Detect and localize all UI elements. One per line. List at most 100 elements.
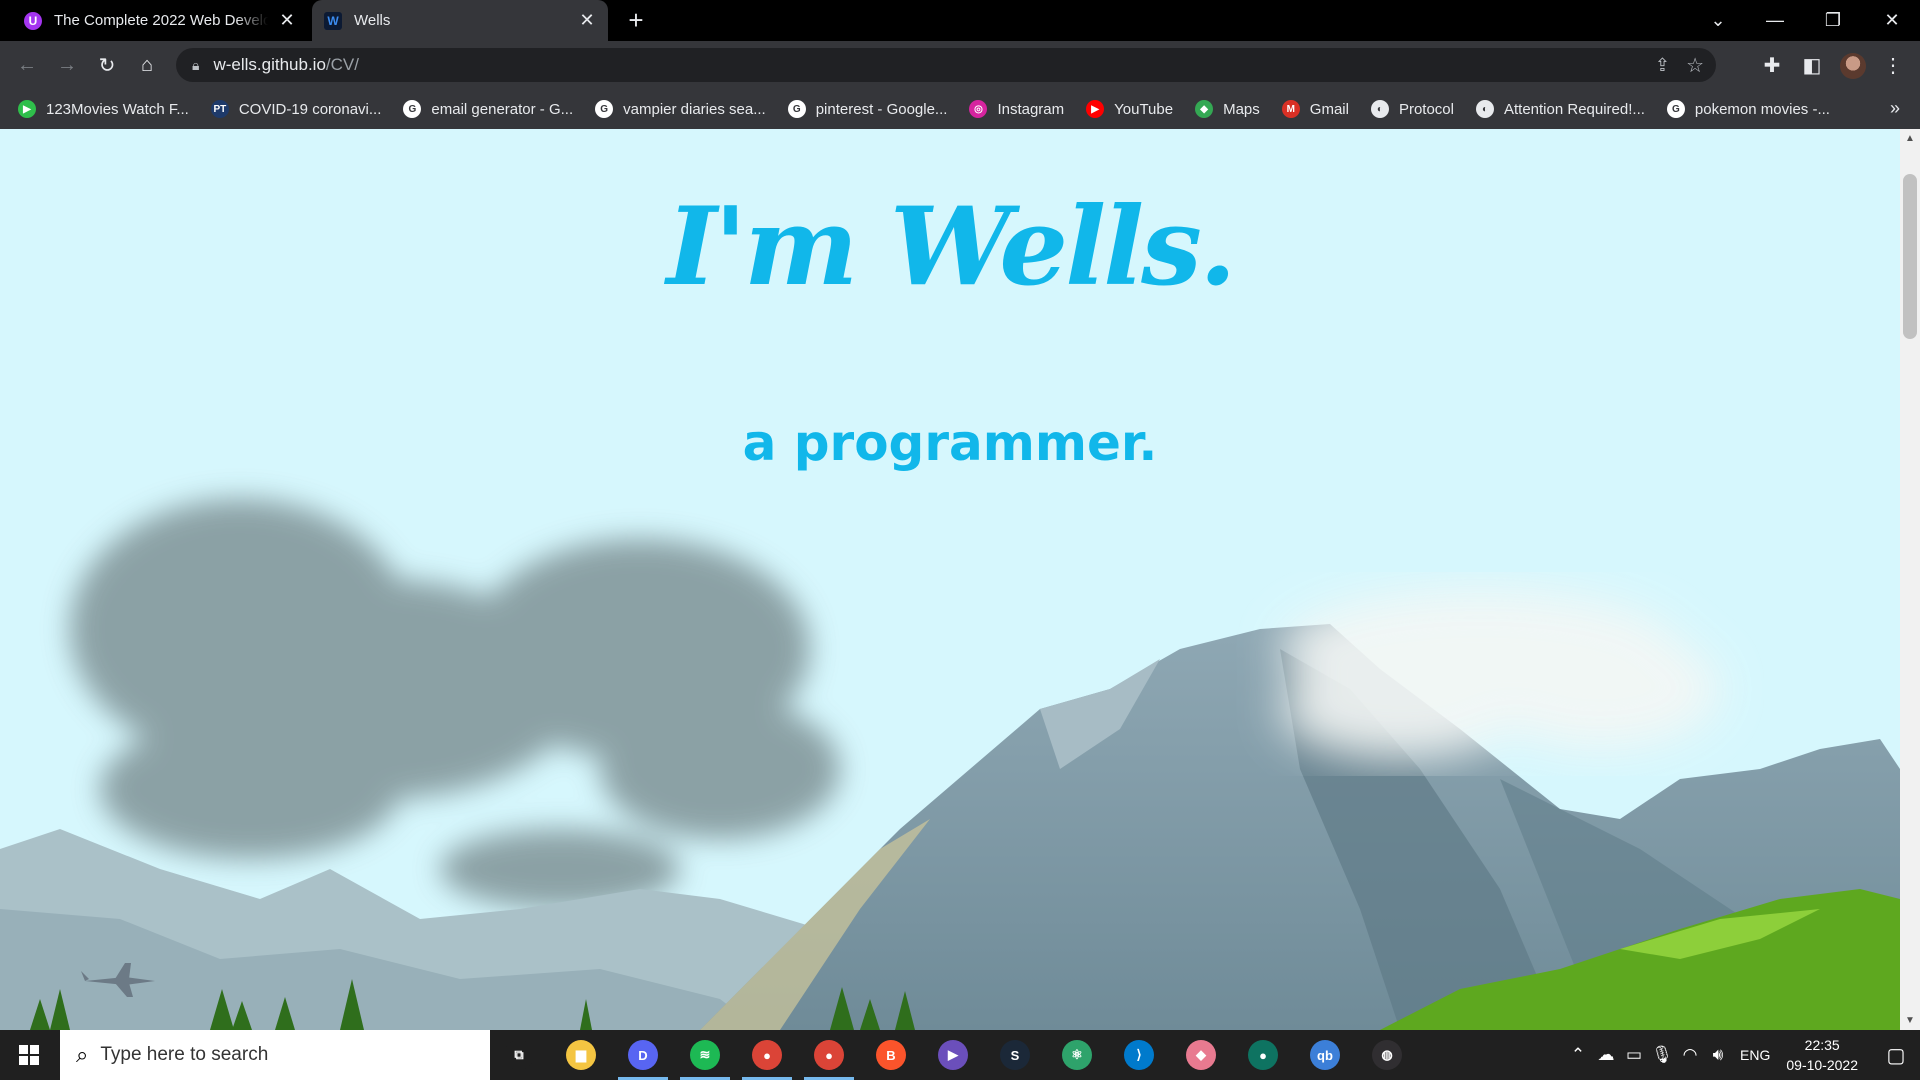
forward-button[interactable]: → bbox=[52, 50, 82, 80]
windows-start-button[interactable] bbox=[0, 1030, 58, 1080]
bookmark-item[interactable]: ▶ 123Movies Watch F... bbox=[18, 100, 189, 118]
colorful-app-icon: ◆ bbox=[1186, 1040, 1216, 1070]
cloud-offline-icon[interactable]: ☁ bbox=[1592, 1045, 1620, 1065]
address-bar[interactable]: 🔒︎ w-ells.github.io/CV/ ⇪ ☆ bbox=[176, 48, 1716, 82]
bookmark-item[interactable]: M Gmail bbox=[1281, 100, 1349, 118]
bookmark-item[interactable]: Gpokemon movies -... bbox=[1666, 100, 1830, 118]
bookmark-label: Protocol bbox=[1398, 100, 1454, 118]
bookmark-item[interactable]: ◆ Maps bbox=[1195, 100, 1260, 118]
scroll-down-arrow-icon[interactable]: ▼ bbox=[1900, 1015, 1920, 1026]
wells-w-icon: W bbox=[324, 11, 342, 30]
url-host: w-ells.github.io bbox=[213, 55, 326, 74]
bookmark-item[interactable]: PT COVID-19 coronavi... bbox=[210, 100, 382, 118]
bookmark-label: YouTube bbox=[1114, 100, 1174, 118]
obs-icon: ◍ bbox=[1372, 1040, 1402, 1070]
url-path: /CV/ bbox=[325, 55, 359, 74]
restore-button[interactable]: ❐ bbox=[1805, 0, 1861, 41]
windows-logo-icon bbox=[19, 1045, 39, 1065]
volume-icon[interactable]: 🔊︎ bbox=[1704, 1045, 1732, 1065]
taskbar-app[interactable]: ● bbox=[738, 1030, 796, 1080]
taskbar-app[interactable]: B bbox=[862, 1030, 920, 1080]
pt-icon: PT bbox=[210, 100, 229, 118]
reload-button[interactable]: ↻ bbox=[92, 50, 122, 80]
taskbar-app[interactable]: ≋ bbox=[676, 1030, 734, 1080]
bookmark-item[interactable]: Gvampier diaries sea... bbox=[595, 100, 766, 118]
taskbar-app[interactable]: S bbox=[986, 1030, 1044, 1080]
close-tab-icon[interactable]: ✕ bbox=[578, 10, 596, 31]
brave-icon: B bbox=[876, 1040, 906, 1070]
bookmark-label: 123Movies Watch F... bbox=[46, 100, 189, 118]
taskbar-app[interactable]: ● bbox=[1234, 1030, 1292, 1080]
chevron-up-icon[interactable]: ⌃ bbox=[1564, 1045, 1592, 1065]
bookmark-star-icon[interactable]: ☆ bbox=[1686, 53, 1704, 78]
share-icon[interactable]: ⇪ bbox=[1655, 55, 1670, 76]
taskbar-app[interactable]: qb bbox=[1296, 1030, 1354, 1080]
extensions-puzzle-icon[interactable]: ✚ bbox=[1757, 50, 1787, 80]
battery-icon[interactable]: ▭ bbox=[1620, 1045, 1648, 1065]
tab-search-icon[interactable]: ⌄ bbox=[1690, 0, 1746, 41]
taskbar-app[interactable]: ◆ bbox=[1172, 1030, 1230, 1080]
bookmark-item[interactable]: Gpinterest - Google... bbox=[787, 100, 948, 118]
bookmark-label: pinterest - Google... bbox=[815, 100, 948, 118]
google-icon: G bbox=[787, 100, 806, 118]
discord-icon: D bbox=[628, 1040, 658, 1070]
bookmark-label: Attention Required!... bbox=[1503, 100, 1645, 118]
globe-icon: ◐ bbox=[1475, 100, 1494, 118]
taskbar-app[interactable]: ● bbox=[800, 1030, 858, 1080]
bookmark-item[interactable]: ◐ Attention Required!... bbox=[1475, 100, 1645, 118]
clock[interactable]: 22:35 09-10-2022 bbox=[1786, 1035, 1858, 1075]
notification-center-icon[interactable]: ▢ bbox=[1872, 1030, 1920, 1080]
gmail-icon: M bbox=[1281, 100, 1300, 118]
task-view-icon: ⧉ bbox=[504, 1040, 534, 1070]
lock-icon[interactable]: 🔒︎ bbox=[192, 57, 199, 74]
tab-udemy-course[interactable]: U The Complete 2022 Web Develop ✕ bbox=[12, 0, 308, 41]
bookmarks-overflow-icon[interactable]: » bbox=[1890, 98, 1900, 119]
tab-title: The Complete 2022 Web Develop bbox=[54, 12, 268, 29]
taskbar-app[interactable]: ⟩ bbox=[1110, 1030, 1168, 1080]
close-window-button[interactable]: ✕ bbox=[1864, 0, 1920, 41]
maps-icon: ◆ bbox=[1195, 100, 1214, 118]
storm-cloud bbox=[70, 499, 840, 909]
bookmark-item[interactable]: Gemail generator - G... bbox=[403, 100, 573, 118]
bookmark-item[interactable]: ◎ Instagram bbox=[969, 100, 1064, 118]
bookmarks-bar: ▶ 123Movies Watch F... PT COVID-19 coronavi… bbox=[0, 89, 1920, 129]
page-scrollbar[interactable]: ▲ ▼ bbox=[1900, 129, 1920, 1030]
back-button[interactable]: ← bbox=[12, 50, 42, 80]
taskbar-app[interactable]: ⚛ bbox=[1048, 1030, 1106, 1080]
new-tab-button[interactable]: + bbox=[622, 6, 650, 34]
bookmark-item[interactable]: ▶ YouTube bbox=[1086, 100, 1173, 118]
taskbar-app[interactable]: ▆ bbox=[552, 1030, 610, 1080]
taskbar-app[interactable]: ▶ bbox=[924, 1030, 982, 1080]
menu-kebab-icon[interactable]: ⋮ bbox=[1878, 50, 1908, 80]
wifi-icon[interactable]: ◠ bbox=[1676, 1045, 1704, 1065]
page-viewport: I'm Wells. a programmer. ▲ ▼ bbox=[0, 129, 1920, 1030]
bookmark-label: Instagram bbox=[997, 100, 1065, 118]
google-icon: G bbox=[595, 100, 614, 118]
search-placeholder: Type here to search bbox=[100, 1044, 269, 1065]
pluto-icon: ▶ bbox=[938, 1040, 968, 1070]
close-tab-icon[interactable]: ✕ bbox=[278, 10, 296, 31]
bookmark-item[interactable]: ◐ Protocol bbox=[1370, 100, 1454, 118]
side-panel-icon[interactable]: ◧ bbox=[1797, 50, 1827, 80]
microphone-icon[interactable]: 🎙︎ bbox=[1648, 1045, 1676, 1065]
scroll-thumb[interactable] bbox=[1903, 174, 1917, 339]
taskbar-app[interactable]: ⧉ bbox=[490, 1030, 548, 1080]
qbittorrent-icon: qb bbox=[1310, 1040, 1340, 1070]
gitkraken-icon: ● bbox=[1248, 1040, 1278, 1070]
atom-icon: ⚛ bbox=[1062, 1040, 1092, 1070]
hero-title: I'm Wells. bbox=[666, 184, 1236, 310]
play-icon: ▶ bbox=[18, 100, 36, 118]
home-button[interactable]: ⌂ bbox=[132, 50, 162, 80]
bookmark-label: pokemon movies -... bbox=[1694, 100, 1830, 118]
minimize-button[interactable]: — bbox=[1747, 0, 1803, 41]
taskbar-search[interactable]: ⌕ Type here to search bbox=[60, 1030, 490, 1080]
profile-avatar[interactable] bbox=[1840, 53, 1866, 79]
tab-wells[interactable]: W Wells ✕ bbox=[312, 0, 608, 41]
bookmark-label: Maps bbox=[1223, 100, 1260, 118]
taskbar-app[interactable]: ◍ bbox=[1358, 1030, 1416, 1080]
bookmark-label: COVID-19 coronavi... bbox=[238, 100, 382, 118]
chrome-profile-icon: ● bbox=[814, 1040, 844, 1070]
taskbar-app[interactable]: D bbox=[614, 1030, 672, 1080]
language-indicator[interactable]: ENG bbox=[1740, 1047, 1770, 1063]
scroll-up-arrow-icon[interactable]: ▲ bbox=[1900, 133, 1920, 144]
